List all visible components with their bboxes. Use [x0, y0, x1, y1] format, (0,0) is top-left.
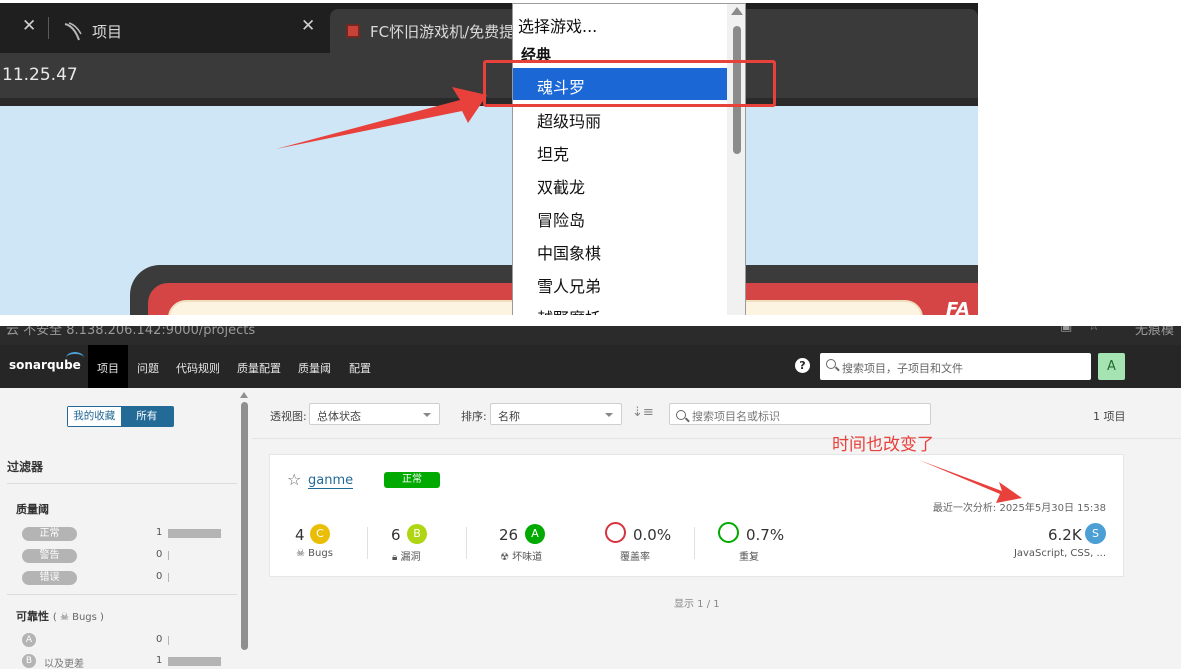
- filter-sidebar: 我的收藏 所有 过滤器 质量阈 正常 1 警告 0 错误 0 可靠性 ( ☠ B…: [0, 388, 252, 669]
- filter-warning[interactable]: 警告: [22, 549, 77, 563]
- filter-count: 1: [156, 655, 163, 666]
- url-text: 云 不安全 8.138.206.142:9000/projects: [6, 326, 256, 338]
- nav-quality-profiles[interactable]: 质量配置: [237, 360, 281, 376]
- bug-icon: ☠: [59, 612, 69, 623]
- top-navbar: sonarqube 项目 问题 代码规则 质量配置 质量阈 配置 ? 搜索项目，…: [0, 345, 1181, 388]
- filter-count: 0: [156, 571, 163, 582]
- arrow-shape: [919, 460, 1022, 503]
- browser-screenshot-sonarqube: 云 不安全 8.138.206.142:9000/projects ▣ ☆ 无痕…: [0, 326, 1181, 669]
- nav-rules[interactable]: 代码规则: [176, 360, 220, 376]
- sidebar-scrollbar[interactable]: [240, 388, 249, 669]
- filter-bar: [168, 657, 221, 666]
- nav-issues[interactable]: 问题: [137, 360, 159, 376]
- toggle-all[interactable]: 所有: [120, 407, 173, 426]
- global-search-input[interactable]: 搜索项目，子项目和文件: [820, 353, 1091, 380]
- sonarqube-wave-icon: [66, 352, 84, 364]
- filter-bar: [168, 573, 169, 582]
- incognito-label[interactable]: 无痕模: [1135, 326, 1174, 338]
- annotation-arrow: [919, 460, 1022, 503]
- projects-main: 透视图: 总体状态 排序: 名称 ⇣≡ 搜索项目名或标识 1 项目 时间也改变了…: [252, 388, 1181, 669]
- rating-b-filter[interactable]: B: [22, 654, 36, 668]
- reliability-sub-text: Bugs: [72, 612, 97, 623]
- reliability-subtitle: ( ☠ Bugs ): [52, 612, 104, 623]
- quality-gate-filter-title: 质量阈: [16, 503, 49, 516]
- toggle-favorites[interactable]: 我的收藏: [68, 407, 121, 426]
- search-icon: [826, 359, 836, 369]
- arrow-shape: [276, 87, 487, 149]
- favorites-toggle[interactable]: 我的收藏 所有: [67, 406, 174, 427]
- filter-passed[interactable]: 正常: [22, 527, 77, 541]
- search-placeholder: 搜索项目，子项目和文件: [842, 362, 963, 375]
- filter-error[interactable]: 错误: [22, 571, 77, 585]
- annotation-arrow: [276, 87, 487, 149]
- filter-count: 1: [156, 527, 163, 538]
- filter-bar: [168, 636, 169, 645]
- divider: [7, 483, 237, 484]
- reliability-label: 可靠性: [16, 610, 49, 623]
- nav-administration[interactable]: 配置: [349, 360, 371, 376]
- filters-title: 过滤器: [7, 460, 44, 474]
- star-icon[interactable]: ☆: [1088, 326, 1100, 334]
- reliability-filter-title: 可靠性 ( ☠ Bugs ): [16, 608, 104, 624]
- url-strip: 云 不安全 8.138.206.142:9000/projects ▣ ☆ 无痕…: [0, 326, 1181, 345]
- filter-bar: [168, 551, 169, 560]
- filter-count: 0: [156, 549, 163, 560]
- rating-a-filter[interactable]: A: [22, 633, 36, 647]
- browser-screenshot-game: ✕ 项目 ✕ FC怀旧游戏机/免费提供 11.25.47 FA 选择游戏... …: [0, 3, 978, 315]
- nav-quality-gates[interactable]: 质量阈: [298, 360, 331, 376]
- nav-projects[interactable]: 项目: [97, 360, 119, 376]
- divider: [7, 594, 237, 595]
- extension-icon[interactable]: ▣: [1060, 326, 1072, 334]
- avatar[interactable]: A: [1098, 353, 1125, 380]
- help-icon[interactable]: ?: [795, 358, 810, 373]
- filter-label[interactable]: 以及更差: [44, 655, 84, 669]
- filter-count: 0: [156, 634, 163, 645]
- scrollbar-thumb[interactable]: [241, 402, 248, 650]
- filter-bar: [168, 529, 221, 538]
- scroll-up-icon[interactable]: [240, 392, 248, 398]
